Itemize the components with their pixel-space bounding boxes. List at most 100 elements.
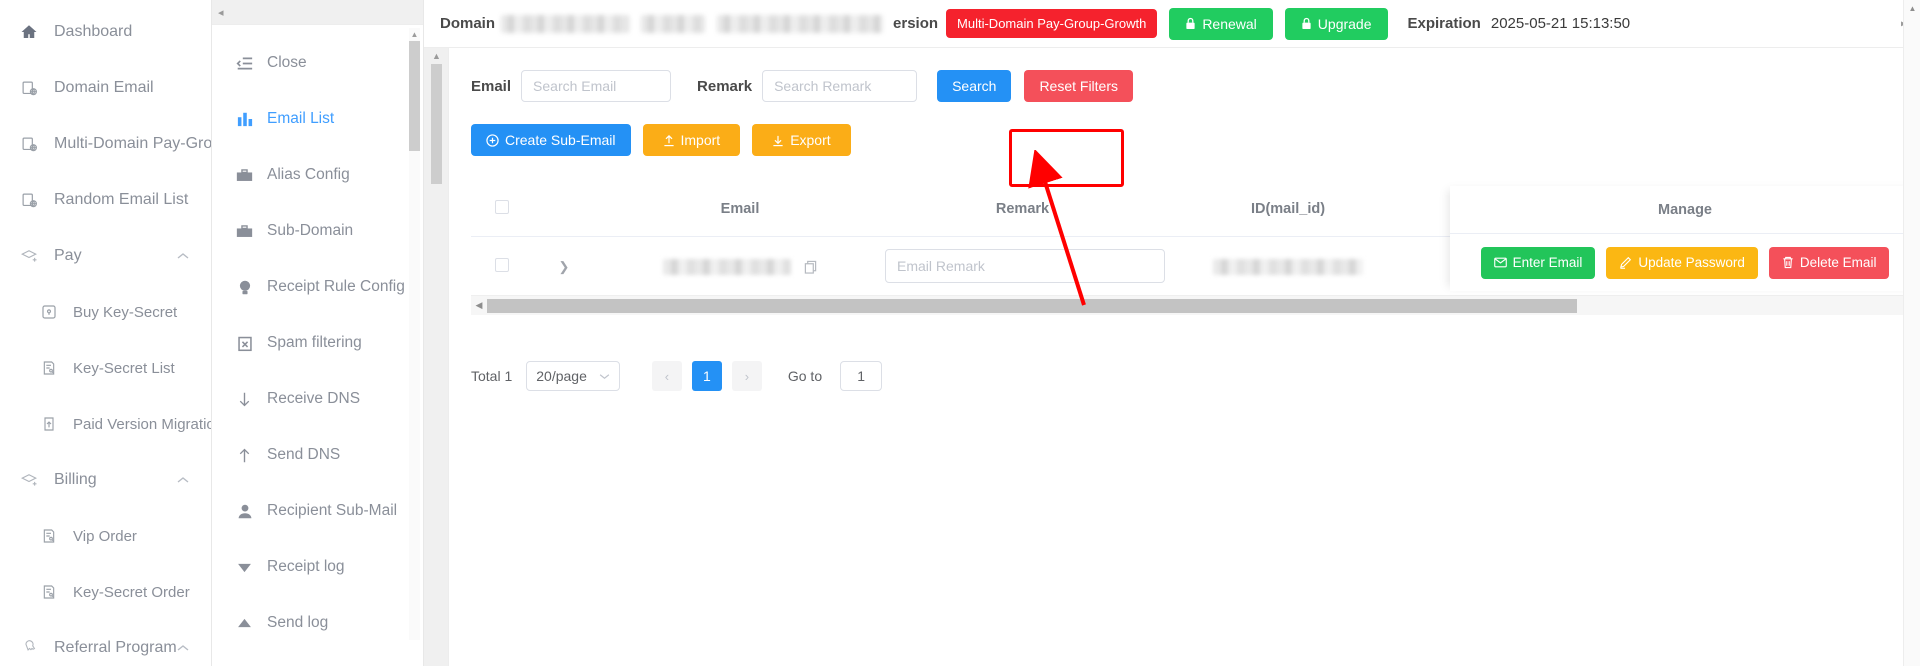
page-size-select[interactable]: 20/page: [526, 361, 620, 391]
total-count-label: Total 1: [471, 368, 513, 384]
submenu-item-receipt-rule-config[interactable]: Receipt Rule Config: [212, 259, 423, 315]
sidebar-item-vip-order[interactable]: Vip Order: [0, 508, 211, 564]
chevron-up-icon[interactable]: [177, 252, 189, 260]
pay-icon: [18, 246, 40, 266]
submenu-item-label: Email List: [267, 110, 335, 127]
delete-email-button[interactable]: Delete Email: [1768, 246, 1890, 279]
list-icon: [38, 358, 60, 378]
chevron-up-icon[interactable]: [177, 476, 189, 484]
email-table: Email Remark ID(mail_id) Data: [471, 186, 1920, 315]
secondary-sidebar-scrollbar[interactable]: ▲: [409, 28, 420, 640]
submenu-item-label: Receive DNS: [267, 390, 361, 407]
sidebar-group-label: Referral Program: [54, 639, 177, 656]
submenu-item-close[interactable]: Close: [212, 35, 423, 91]
select-all-checkbox[interactable]: [495, 200, 509, 214]
sidebar-item-label: Dashboard: [54, 23, 133, 40]
sidebar-group-referral-program[interactable]: Referral Program: [0, 620, 211, 666]
sidebar-item-dashboard[interactable]: Dashboard: [0, 4, 211, 60]
table-horizontal-scrollbar[interactable]: ◀ ▶: [471, 295, 1916, 315]
submenu-item-spam-filtering[interactable]: Spam filtering: [212, 315, 423, 371]
goto-page-input[interactable]: [840, 361, 883, 391]
scroll-up-arrow-icon[interactable]: ▲: [424, 48, 449, 64]
sidebar-group-billing[interactable]: Billing: [0, 452, 211, 508]
mail-id-value-masked: [1213, 258, 1363, 275]
scroll-left-arrow-icon[interactable]: ◀: [471, 300, 487, 311]
create-sub-email-button[interactable]: Create Sub-Email: [471, 124, 631, 156]
enter-email-button[interactable]: Enter Email: [1480, 246, 1596, 279]
submenu-item-recipient-sub-mail[interactable]: Recipient Sub-Mail: [212, 483, 423, 539]
reset-filters-button[interactable]: Reset Filters: [1024, 70, 1134, 102]
select-all-header: [471, 186, 533, 237]
submenu-item-email-list[interactable]: Email List: [212, 91, 423, 147]
renewal-button[interactable]: Renewal: [1169, 7, 1273, 40]
secondary-sidebar-list: Close Email List Alias Config Sub-Domain: [212, 25, 423, 666]
content-area: ▲ Email Remark Search Reset Filters: [424, 48, 1920, 666]
caret-left-icon[interactable]: ◂: [218, 6, 224, 19]
expiration-label: Expiration: [1407, 15, 1481, 32]
sidebar-item-multi-domain-pay-group[interactable]: Multi-Domain Pay-Group: [0, 116, 211, 172]
sidebar-item-domain-email[interactable]: Domain Email: [0, 60, 211, 116]
scrollbar-thumb[interactable]: [431, 64, 442, 184]
version-label: ersion: [893, 15, 939, 32]
chevron-down-icon: [599, 373, 610, 380]
column-header-mail-id: ID(mail_id): [1160, 186, 1416, 237]
sidebar-item-label: Random Email List: [54, 191, 189, 208]
page-number-1[interactable]: 1: [691, 361, 722, 391]
page-size-value: 20/page: [536, 368, 587, 384]
scroll-up-arrow-icon[interactable]: ▲: [1904, 0, 1920, 17]
sidebar-group-pay[interactable]: Pay: [0, 228, 211, 284]
expiration-value: 2025-05-21 15:13:50: [1490, 15, 1631, 32]
briefcase-icon: [234, 221, 255, 241]
submenu-item-label: Close: [267, 54, 307, 71]
lock-icon: [1185, 17, 1196, 30]
import-button[interactable]: Import: [642, 124, 741, 156]
submenu-item-label: Alias Config: [267, 166, 350, 183]
hscroll-track[interactable]: [487, 298, 1900, 313]
page-vertical-scrollbar[interactable]: ▲: [1903, 0, 1920, 666]
email-remark-input[interactable]: [885, 249, 1165, 283]
content-vertical-scrollbar[interactable]: ▲: [424, 48, 449, 666]
caret-up-icon: [234, 613, 255, 633]
sidebar-item-key-secret-list[interactable]: Key-Secret List: [0, 340, 211, 396]
prev-page-button[interactable]: ‹: [651, 361, 682, 391]
spam-icon: [234, 333, 255, 353]
submenu-item-label: Send DNS: [267, 446, 341, 463]
filter-bar: Email Remark Search Reset Filters: [471, 70, 1920, 102]
search-remark-input[interactable]: [762, 70, 918, 102]
random-email-icon: [18, 190, 40, 210]
chevron-right-icon[interactable]: ❯: [559, 259, 570, 274]
submenu-item-alias-config[interactable]: Alias Config: [212, 147, 423, 203]
submenu-item-send-dns[interactable]: Send DNS: [212, 427, 423, 483]
sidebar-item-label: Key-Secret List: [73, 359, 175, 377]
scrollbar-thumb[interactable]: [409, 41, 420, 151]
manage-actions: Enter Email Update Password Delete Email: [1450, 233, 1920, 291]
domain-email-icon: [18, 78, 40, 98]
email-value-masked: [662, 258, 791, 275]
submenu-item-receive-dns[interactable]: Receive DNS: [212, 371, 423, 427]
chevron-up-icon[interactable]: [177, 644, 189, 652]
pagination: Total 1 20/page ‹ 1 › Go to: [471, 361, 1920, 391]
sidebar-collapse-strip[interactable]: ◂: [212, 0, 423, 25]
domain-topbar: Domain ersion Multi-Domain Pay-Group-Gro…: [424, 0, 1920, 48]
submenu-item-receipt-log[interactable]: Receipt log: [212, 539, 423, 595]
export-label: Export: [790, 132, 831, 148]
sidebar-item-paid-version-migration[interactable]: Paid Version Migration: [0, 396, 211, 452]
scroll-up-arrow-icon[interactable]: ▲: [409, 28, 420, 40]
next-page-button[interactable]: ›: [731, 361, 762, 391]
submenu-item-label: Spam filtering: [267, 334, 362, 351]
sidebar-item-buy-key-secret[interactable]: Buy Key-Secret: [0, 284, 211, 340]
submenu-item-sub-domain[interactable]: Sub-Domain: [212, 203, 423, 259]
hscroll-thumb[interactable]: [487, 298, 1577, 313]
search-email-input[interactable]: [521, 70, 672, 102]
update-password-button[interactable]: Update Password: [1606, 246, 1758, 279]
main-column: Domain ersion Multi-Domain Pay-Group-Gro…: [424, 0, 1920, 666]
upgrade-button[interactable]: Upgrade: [1284, 7, 1388, 40]
row-checkbox[interactable]: [495, 257, 509, 272]
export-button[interactable]: Export: [752, 124, 851, 156]
sidebar-item-key-secret-order[interactable]: Key-Secret Order: [0, 564, 211, 620]
row-remark-cell: [885, 236, 1165, 295]
sidebar-item-random-email-list[interactable]: Random Email List: [0, 172, 211, 228]
submenu-item-send-log[interactable]: Send log: [212, 595, 423, 651]
search-button[interactable]: Search: [937, 70, 1012, 102]
copy-icon[interactable]: [804, 260, 817, 274]
